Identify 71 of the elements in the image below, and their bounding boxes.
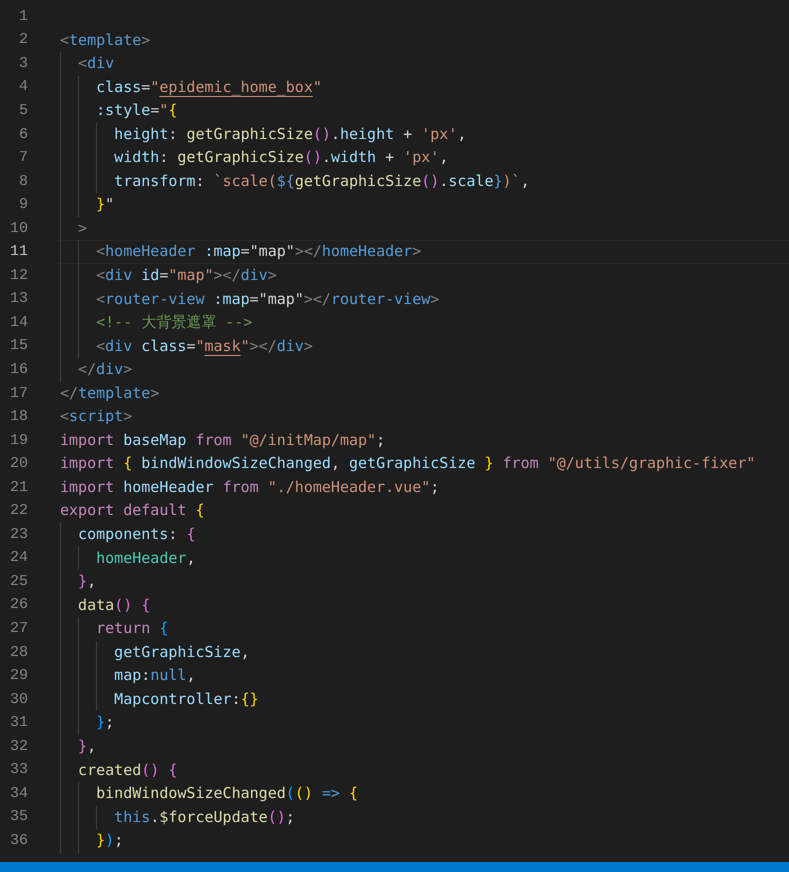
line-number: 2 <box>18 30 28 50</box>
line-number: 5 <box>18 100 28 121</box>
line-number: 17 <box>10 384 28 404</box>
code-line: }); <box>58 829 789 853</box>
code-line: </template> <box>59 382 160 404</box>
code-line: <homeHeader :map="map"></homeHeader> <box>58 240 789 264</box>
line-number: 22 <box>10 501 28 522</box>
code-line: import homeHeader from "./homeHeader.vue"; <box>59 476 440 498</box>
line-number: 1 <box>18 6 28 27</box>
code-line: transform: `scale(${getGraphicSize().scale})`, <box>58 170 789 194</box>
line-number: 31 <box>10 713 28 734</box>
code-line: created() { <box>58 758 789 782</box>
line-number: 13 <box>10 289 28 310</box>
code-line: <div <box>58 52 789 76</box>
line-number: 24 <box>10 548 28 568</box>
line-number: 6 <box>18 124 28 144</box>
line-number: 26 <box>10 595 28 616</box>
code-line: map:null, <box>58 664 789 688</box>
code-line: <!-- 大背景遮罩 --> <box>58 311 789 335</box>
code-line: getGraphicSize, <box>58 640 789 664</box>
line-number: 10 <box>10 218 28 239</box>
code-line: import baseMap from "@/initMap/map"; <box>59 430 386 451</box>
code-line: }, <box>58 734 789 758</box>
code-line: <div class="mask"></div> <box>58 334 789 358</box>
line-number: 15 <box>10 336 28 356</box>
code-line: class="epidemic_home_box" <box>58 76 789 100</box>
code-line: <template> <box>59 30 152 51</box>
code-line: width: getGraphicSize().width + 'px', <box>58 146 789 170</box>
code-line: > <box>58 216 789 240</box>
line-number: 29 <box>10 666 28 686</box>
line-number: 30 <box>10 690 28 710</box>
code-line: :style="{ <box>58 99 789 123</box>
code-line: homeHeader, <box>58 546 789 570</box>
code-line: bindWindowSizeChanged(() => { <box>58 782 789 806</box>
line-number: 20 <box>10 454 28 474</box>
code-line: import { bindWindowSizeChanged, getGraphicSize } from "@/utils/graphic-fixer" <box>59 453 756 474</box>
line-number: 16 <box>10 360 28 380</box>
line-number: 8 <box>18 172 28 192</box>
line-number: 21 <box>10 478 28 498</box>
line-number: 7 <box>18 148 28 168</box>
line-number: 34 <box>10 784 28 804</box>
line-number: 18 <box>10 407 28 428</box>
line-number: 4 <box>18 77 28 98</box>
line-number: 23 <box>10 524 28 545</box>
line-number: 12 <box>10 266 28 286</box>
code-line: this.$forceUpdate(); <box>58 806 789 830</box>
line-number: 9 <box>18 195 28 216</box>
code-line: }, <box>58 570 789 594</box>
code-line: components: { <box>58 523 789 547</box>
line-number: 36 <box>10 830 28 851</box>
code-line: <router-view :map="map"></router-view> <box>58 288 789 312</box>
code-line: return { <box>58 617 789 641</box>
code-line: <script> <box>59 406 134 428</box>
code-line: height: getGraphicSize().height + 'px', <box>58 122 789 146</box>
code-line: Mapcontroller:{} <box>58 688 789 712</box>
line-number: 35 <box>10 807 28 828</box>
line-number: 33 <box>10 760 28 780</box>
line-number: 3 <box>18 54 28 74</box>
code-line: <div id="map"></div> <box>58 264 789 288</box>
code-line: }; <box>58 711 789 735</box>
code-line: data() { <box>58 594 789 618</box>
code-line: </div> <box>58 358 789 382</box>
line-number: 32 <box>10 736 28 757</box>
line-number: 25 <box>10 572 28 592</box>
code-line: export default { <box>59 500 206 522</box>
line-number: 11 <box>10 242 28 262</box>
code-line: }" <box>58 193 789 217</box>
line-number: 27 <box>10 618 28 639</box>
line-number: 14 <box>10 312 28 333</box>
line-number: 19 <box>10 430 28 451</box>
line-number: 28 <box>10 642 28 663</box>
